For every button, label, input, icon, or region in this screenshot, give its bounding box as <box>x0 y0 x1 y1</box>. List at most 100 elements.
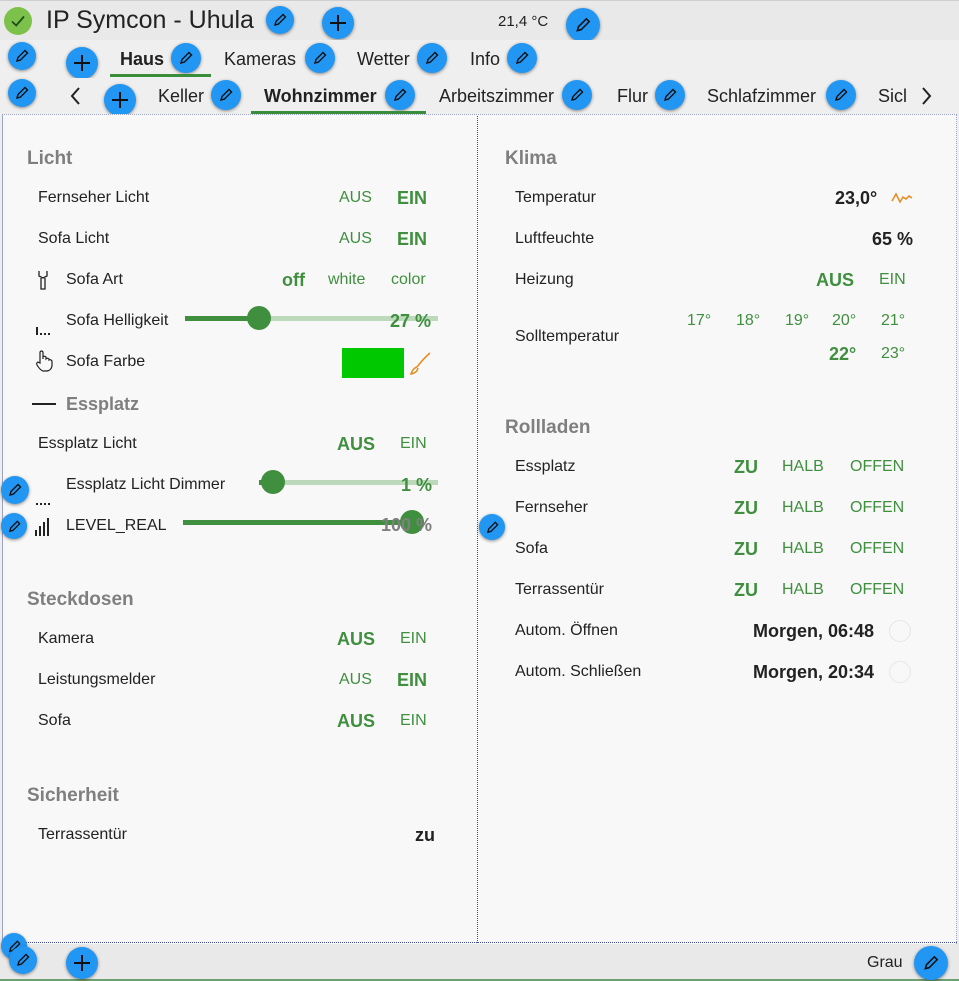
soll-20[interactable]: 20° <box>832 312 856 330</box>
temperatur-value: 23,0° <box>835 188 878 208</box>
edit-tab-info-button[interactable] <box>507 43 537 73</box>
soll-23[interactable]: 23° <box>881 345 905 363</box>
pencil-icon <box>570 88 584 102</box>
soll-18[interactable]: 18° <box>736 312 760 330</box>
rollladen-fernseher-halb[interactable]: HALB <box>782 499 824 517</box>
chevron-right-icon[interactable] <box>918 85 934 112</box>
plus-icon <box>112 92 128 108</box>
soll-19[interactable]: 19° <box>785 312 809 330</box>
essplatz-dimmer-knob[interactable] <box>260 470 285 494</box>
add-footer-item-button[interactable] <box>66 947 98 979</box>
leistungsmelder-aus[interactable]: AUS <box>339 671 372 689</box>
soll-22[interactable]: 22° <box>829 344 856 365</box>
pencil-icon <box>8 483 22 497</box>
pencil-icon <box>313 51 327 65</box>
brush-icon[interactable] <box>409 350 433 381</box>
rollladen-fernseher-zu[interactable]: ZU <box>734 498 758 519</box>
edit-tab-wetter-button[interactable] <box>417 43 447 73</box>
row-label-luftfeuchte: Luftfeuchte <box>515 230 595 247</box>
tab-kameras[interactable]: Kameras <box>224 49 296 70</box>
rollladen-essplatz-zu[interactable]: ZU <box>734 457 758 478</box>
dash-icon <box>32 403 56 405</box>
add-header-item-button[interactable] <box>322 7 354 39</box>
rollladen-terrassentuer-offen[interactable]: OFFEN <box>850 581 904 599</box>
luftfeuchte-value: 65 % <box>872 229 914 249</box>
edit-tab-schlafzimmer-button[interactable] <box>826 80 856 110</box>
rollladen-essplatz-halb[interactable]: HALB <box>782 458 824 476</box>
edit-tab-kameras-button[interactable] <box>305 43 335 73</box>
rollladen-terrassentuer-zu[interactable]: ZU <box>734 580 758 601</box>
row-label-terrassentuer-sicherheit: Terrassentür <box>38 826 127 843</box>
soll-17[interactable]: 17° <box>687 312 711 330</box>
edit-tab-flur-button[interactable] <box>655 80 685 110</box>
tab-haus[interactable]: Haus <box>120 49 164 70</box>
edit-theme-button[interactable] <box>914 946 948 980</box>
edit-tab-wohnzimmer-button[interactable] <box>385 80 415 110</box>
leistungsmelder-ein[interactable]: EIN <box>397 670 427 691</box>
fernseher-licht-aus[interactable]: AUS <box>339 189 372 207</box>
sofa-licht-ein[interactable]: EIN <box>397 229 427 250</box>
row-label-rollladen-terrassentuer: Terrassentür <box>515 581 604 598</box>
essplatz-licht-ein[interactable]: EIN <box>400 435 427 453</box>
sofa-art-off[interactable]: off <box>282 270 305 291</box>
tab-wohnzimmer[interactable]: Wohnzimmer <box>264 86 377 107</box>
soll-21[interactable]: 21° <box>881 312 905 330</box>
edit-tab-keller-button[interactable] <box>211 80 241 110</box>
sofa-helligkeit-knob[interactable] <box>246 306 271 330</box>
essplatz-licht-aus[interactable]: AUS <box>337 434 375 455</box>
edit-footer-item-button[interactable] <box>9 946 37 974</box>
info-circle-icon[interactable] <box>889 620 911 642</box>
active-tab-indicator <box>110 74 211 77</box>
row-label-sofa-helligkeit: Sofa Helligkeit <box>66 312 169 329</box>
plus-icon <box>74 955 90 971</box>
edit-level-real-button[interactable] <box>1 513 27 539</box>
chevron-left-icon[interactable] <box>68 85 84 112</box>
dimmer-level-icon <box>36 493 54 511</box>
edit-room-tabbar-button[interactable] <box>8 79 36 107</box>
add-tab-button[interactable] <box>66 47 98 79</box>
edit-essplatz-dimmer-button[interactable] <box>1 476 29 504</box>
rollladen-fernseher-offen[interactable]: OFFEN <box>850 499 904 517</box>
edit-tabbar-button[interactable] <box>8 42 36 70</box>
edit-temperature-button[interactable] <box>566 8 600 42</box>
sofa-licht-aus[interactable]: AUS <box>339 230 372 248</box>
tab-keller[interactable]: Keller <box>158 86 204 107</box>
steckdose-sofa-aus[interactable]: AUS <box>337 711 375 732</box>
app-title: IP Symcon - Uhula <box>46 6 254 34</box>
kamera-ein[interactable]: EIN <box>400 630 427 648</box>
fernseher-licht-ein[interactable]: EIN <box>397 188 427 209</box>
tab-sicherheit[interactable]: Sicl <box>878 86 906 107</box>
sofa-color-swatch[interactable] <box>342 348 404 378</box>
edit-right-column-button[interactable] <box>479 514 505 540</box>
tab-flur[interactable]: Flur <box>617 86 648 107</box>
heizung-ein[interactable]: EIN <box>879 271 906 289</box>
edit-title-button[interactable] <box>266 6 294 34</box>
tab-arbeitszimmer[interactable]: Arbeitszimmer <box>439 86 554 107</box>
edit-tab-arbeitszimmer-button[interactable] <box>562 80 592 110</box>
row-label-sofa-farbe: Sofa Farbe <box>66 353 146 370</box>
brightness-level-icon <box>36 322 54 340</box>
steckdose-sofa-ein[interactable]: EIN <box>400 712 427 730</box>
tab-info[interactable]: Info <box>470 49 500 70</box>
add-room-tab-button[interactable] <box>104 84 136 116</box>
rollladen-terrassentuer-halb[interactable]: HALB <box>782 581 824 599</box>
heizung-aus[interactable]: AUS <box>816 270 854 291</box>
sofa-art-color[interactable]: color <box>391 271 426 289</box>
pencil-icon <box>179 51 193 65</box>
rollladen-sofa-zu[interactable]: ZU <box>734 539 758 560</box>
edit-tab-haus-button[interactable] <box>171 43 201 73</box>
rollladen-essplatz-offen[interactable]: OFFEN <box>850 458 904 476</box>
column-divider <box>477 116 478 943</box>
rollladen-sofa-halb[interactable]: HALB <box>782 540 824 558</box>
kamera-aus[interactable]: AUS <box>337 629 375 650</box>
rollladen-sofa-offen[interactable]: OFFEN <box>850 540 904 558</box>
info-circle-icon[interactable] <box>889 661 911 683</box>
sofa-art-white[interactable]: white <box>328 271 365 289</box>
terrassentuer-status: zu <box>415 825 435 845</box>
pencil-icon <box>393 88 407 102</box>
tab-wetter[interactable]: Wetter <box>357 49 410 70</box>
signal-bars-icon <box>35 516 53 541</box>
chart-line-icon[interactable] <box>891 189 913 212</box>
tab-schlafzimmer[interactable]: Schlafzimmer <box>707 86 816 107</box>
row-label-essplatz-licht: Essplatz Licht <box>38 435 137 452</box>
